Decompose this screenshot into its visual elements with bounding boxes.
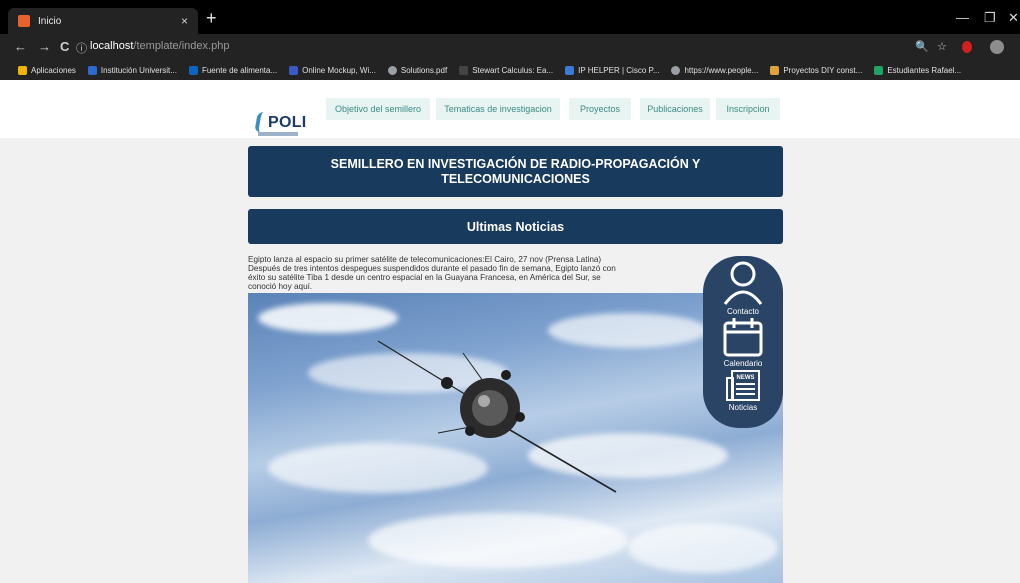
- menu-proyectos[interactable]: Proyectos: [569, 98, 631, 120]
- bookmark-item[interactable]: https://www.people...: [671, 65, 758, 75]
- globe-icon: [671, 65, 681, 75]
- drive-icon: [874, 65, 884, 75]
- zoom-icon[interactable]: 🔍: [915, 40, 929, 53]
- bookmark-favicon-icon: [459, 65, 469, 75]
- bookmark-item[interactable]: Solutions.pdf: [387, 65, 447, 75]
- maximize-icon[interactable]: ❐: [984, 10, 996, 26]
- apps-grid-icon: [18, 65, 27, 75]
- menu-objetivo[interactable]: Objetivo del semillero: [326, 98, 430, 120]
- sidebar-contacto[interactable]: Contacto: [721, 258, 765, 316]
- tab-title: Inicio: [38, 15, 62, 27]
- new-tab-icon[interactable]: +: [206, 9, 217, 27]
- calendar-icon: [723, 318, 763, 357]
- news-article-text: Egipto lanza al espacio su primer satéli…: [248, 255, 616, 291]
- bookmark-item[interactable]: Fuente de alimenta...: [188, 65, 277, 75]
- window-close-icon[interactable]: ✕: [1008, 10, 1019, 26]
- logo-subtitle-graphic: [258, 132, 298, 136]
- address-bar: ← → C ⓘ localhost/template/index.php 🔍 ☆: [0, 34, 1020, 60]
- page-title-banner: SEMILLERO EN INVESTIGACIÓN DE RADIO-PROP…: [248, 146, 783, 197]
- news-badge: NEWS: [737, 375, 755, 381]
- sidebar-noticias[interactable]: NEWS Noticias: [725, 370, 761, 412]
- news-heading: Ultimas Noticias: [248, 209, 783, 244]
- bookmark-item[interactable]: Stewart Calculus: Ea...: [459, 65, 553, 75]
- url-host: localhost: [90, 40, 134, 52]
- bookmark-item[interactable]: Aplicaciones: [18, 65, 76, 75]
- bookmark-favicon-icon: [565, 65, 575, 75]
- menu-publicaciones[interactable]: Publicaciones: [640, 98, 710, 120]
- user-icon: [723, 261, 763, 305]
- extension-icon[interactable]: [962, 41, 972, 53]
- linkedin-icon: [188, 65, 198, 75]
- bookmark-favicon-icon: [87, 65, 97, 75]
- site-info-icon[interactable]: ⓘ: [76, 40, 87, 56]
- profile-avatar-icon[interactable]: [990, 40, 1004, 54]
- poli-logo[interactable]: POLI: [254, 112, 307, 132]
- bookmarks-bar: Aplicaciones Institución Universit... Fu…: [0, 60, 1020, 80]
- bookmark-item[interactable]: Online Mockup, Wi...: [289, 65, 376, 75]
- bookmark-item[interactable]: IP HELPER | Cisco P...: [565, 65, 659, 75]
- url-path: /template/index.php: [133, 40, 230, 52]
- logo-mark-icon: [254, 112, 268, 132]
- reload-icon[interactable]: C: [60, 39, 69, 54]
- minimize-icon[interactable]: —: [956, 10, 969, 25]
- globe-icon: [387, 65, 397, 75]
- back-icon[interactable]: ←: [14, 39, 27, 54]
- menu-inscripcion[interactable]: Inscripcion: [716, 98, 780, 120]
- menu-tematicas[interactable]: Tematicas de investigacion: [436, 98, 560, 120]
- browser-tab[interactable]: Inicio ×: [8, 8, 198, 34]
- tab-favicon-icon: [18, 15, 30, 27]
- bookmark-item[interactable]: Estudiantes Rafael...: [874, 65, 961, 75]
- bookmark-item[interactable]: Proyectos DIY const...: [770, 65, 862, 75]
- newspaper-icon: NEWS: [726, 370, 760, 401]
- bookmark-favicon-icon: [289, 65, 299, 75]
- sidebar-calendario[interactable]: Calendario: [722, 316, 764, 368]
- browser-tab-bar: Inicio × + — ❐ ✕: [0, 0, 1020, 34]
- bookmark-star-icon[interactable]: ☆: [937, 40, 947, 53]
- bookmark-favicon-icon: [770, 65, 780, 75]
- floating-sidebar: Contacto Calendario NEWS Noticias: [703, 256, 783, 428]
- forward-icon[interactable]: →: [38, 39, 51, 54]
- url-field[interactable]: localhost/template/index.php: [90, 40, 229, 52]
- close-tab-icon[interactable]: ×: [181, 14, 188, 28]
- bookmark-item[interactable]: Institución Universit...: [87, 65, 177, 75]
